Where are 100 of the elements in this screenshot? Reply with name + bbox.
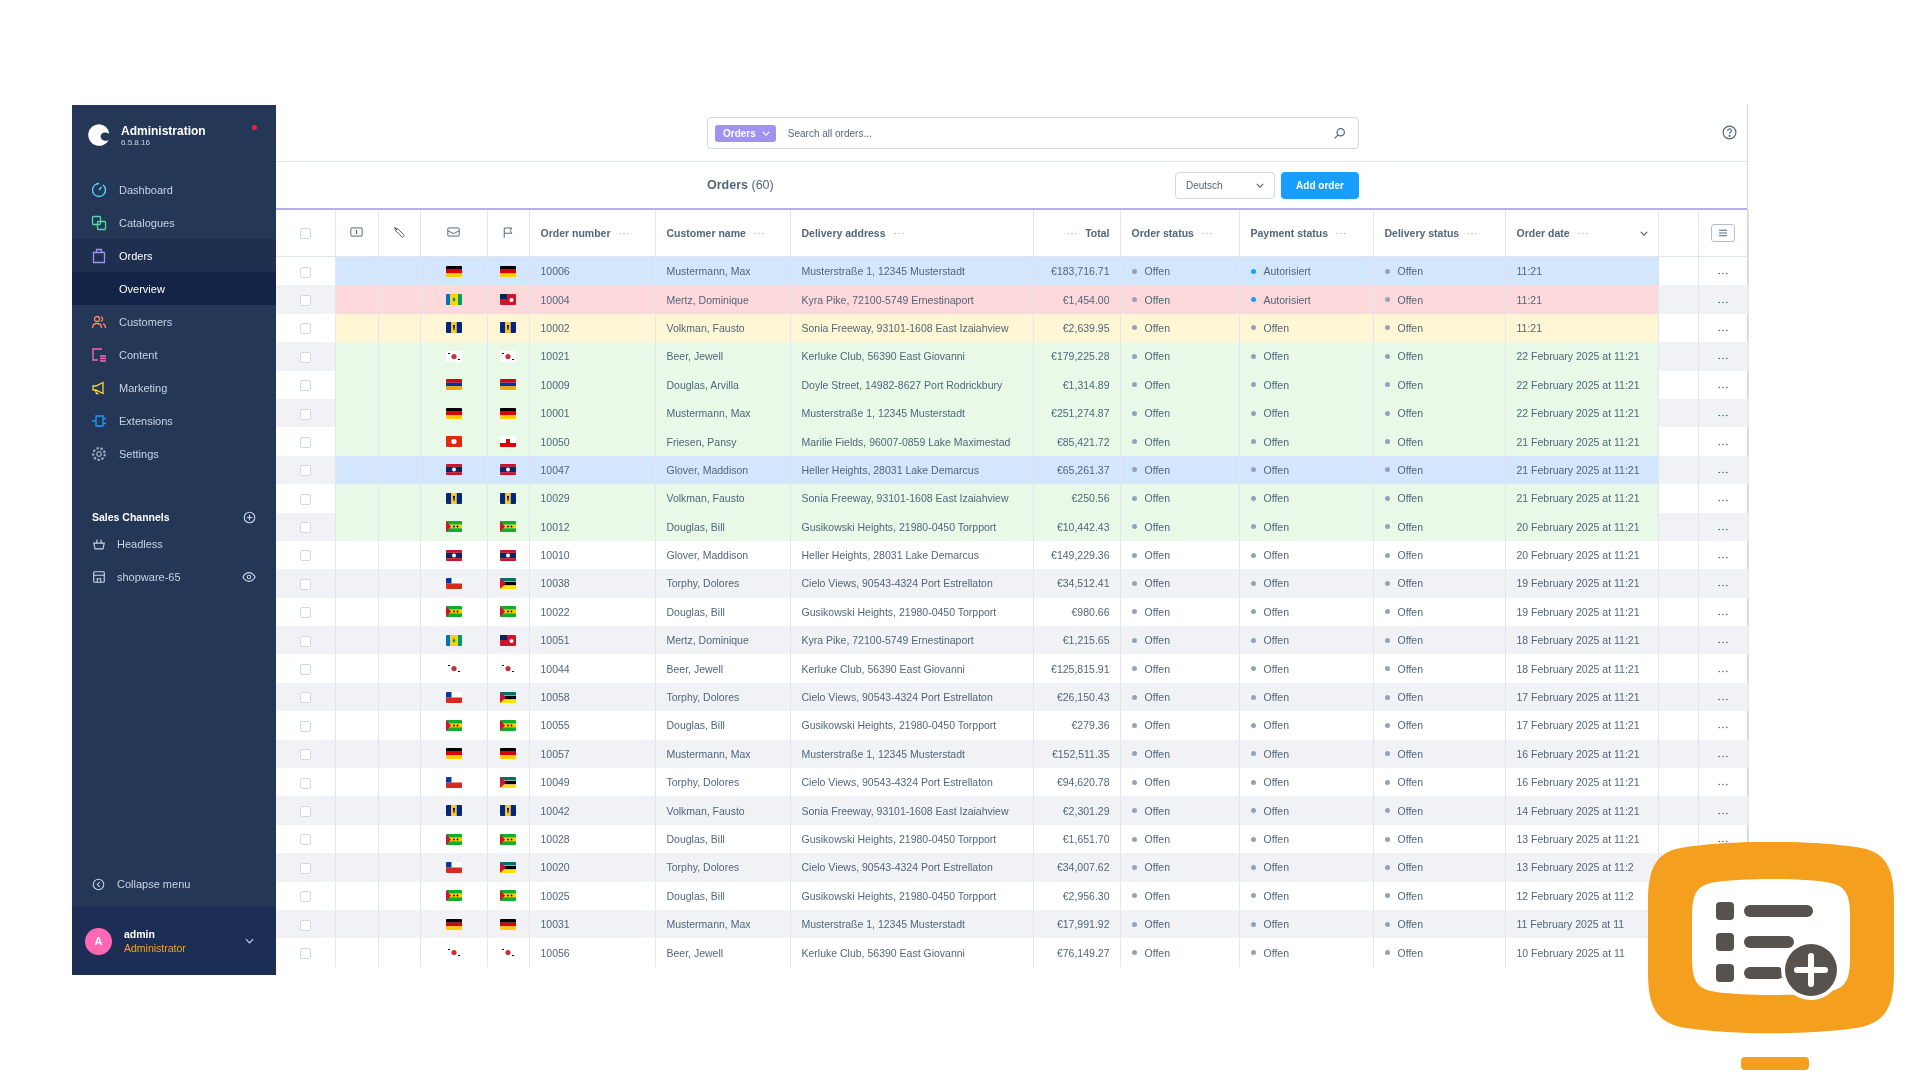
order-number[interactable]: 10022 — [540, 605, 570, 618]
order-number[interactable]: 10056 — [540, 946, 570, 959]
more-icon[interactable] — [1718, 328, 1728, 332]
more-icon[interactable] — [1718, 612, 1728, 616]
row-checkbox[interactable] — [299, 323, 311, 335]
order-number[interactable]: 10002 — [540, 321, 570, 334]
row-checkbox[interactable] — [299, 891, 311, 903]
column-header[interactable]: Delivery status — [1384, 227, 1460, 239]
more-icon[interactable] — [1718, 272, 1728, 276]
row-checkbox[interactable] — [299, 578, 311, 590]
order-number[interactable]: 10012 — [540, 520, 570, 533]
help-icon[interactable] — [1722, 125, 1737, 140]
nav-item[interactable]: Customers — [72, 305, 276, 338]
order-number[interactable]: 10051 — [540, 634, 570, 647]
sales-channel-item[interactable]: Headless — [72, 527, 276, 560]
row-checkbox[interactable] — [299, 834, 311, 846]
order-number[interactable]: 10025 — [540, 889, 570, 902]
row-checkbox[interactable] — [299, 947, 311, 959]
nav-item[interactable]: Extensions — [72, 404, 276, 437]
row-checkbox[interactable] — [299, 607, 311, 619]
row-checkbox[interactable] — [299, 805, 311, 817]
row-checkbox[interactable] — [299, 266, 311, 278]
order-number[interactable]: 10006 — [540, 265, 570, 278]
nav-item[interactable]: Catalogues — [72, 206, 276, 239]
row-checkbox[interactable] — [299, 550, 311, 562]
column-header[interactable]: Order date — [1516, 227, 1570, 239]
nav-item[interactable]: Orders — [72, 239, 276, 272]
more-icon[interactable] — [1718, 385, 1728, 389]
more-icon[interactable] — [1718, 840, 1728, 843]
row-checkbox[interactable] — [299, 664, 311, 675]
more-icon[interactable] — [1718, 499, 1728, 503]
row-checkbox[interactable] — [299, 294, 311, 306]
order-number[interactable]: 10031 — [540, 918, 570, 931]
column-header[interactable]: Customer name — [666, 227, 746, 239]
row-checkbox[interactable] — [299, 777, 311, 789]
order-number[interactable]: 10009 — [540, 378, 570, 391]
more-icon[interactable] — [1718, 783, 1728, 787]
add-icon[interactable] — [243, 510, 256, 524]
checkbox[interactable] — [299, 228, 311, 240]
row-checkbox[interactable] — [299, 635, 311, 647]
nav-item[interactable]: Content — [72, 338, 276, 371]
row-checkbox[interactable] — [299, 919, 311, 931]
order-number[interactable]: 10038 — [540, 577, 570, 590]
row-checkbox[interactable] — [299, 351, 311, 363]
order-number[interactable]: 10021 — [540, 350, 570, 363]
more-icon[interactable] — [1718, 442, 1728, 446]
more-icon[interactable] — [1718, 300, 1728, 304]
column-header[interactable]: Order status — [1131, 227, 1194, 239]
row-checkbox[interactable] — [299, 692, 311, 704]
more-icon[interactable] — [1718, 414, 1728, 418]
order-number[interactable]: 10058 — [540, 691, 570, 704]
order-number[interactable]: 10050 — [540, 435, 570, 448]
column-settings-button[interactable] — [1711, 224, 1735, 242]
row-checkbox[interactable] — [299, 493, 311, 505]
more-icon[interactable] — [1718, 726, 1728, 730]
more-icon[interactable] — [1718, 698, 1728, 702]
user-panel[interactable]: A admin Administrator — [72, 907, 276, 975]
column-header[interactable]: Order number — [540, 227, 611, 239]
row-checkbox[interactable] — [299, 862, 311, 874]
order-number[interactable]: 10044 — [540, 662, 570, 675]
column-header[interactable]: Delivery address — [801, 227, 886, 239]
row-checkbox[interactable] — [299, 380, 311, 392]
row-checkbox[interactable] — [299, 408, 311, 420]
order-number[interactable]: 10047 — [540, 463, 570, 476]
sales-channel-item[interactable]: shopware-65 — [72, 560, 276, 593]
order-number[interactable]: 10004 — [540, 293, 570, 306]
order-number[interactable]: 10029 — [540, 492, 570, 505]
row-checkbox[interactable] — [299, 749, 311, 761]
nav-item[interactable]: Settings — [72, 437, 276, 470]
order-number[interactable]: 10042 — [540, 804, 570, 817]
more-icon[interactable] — [1718, 754, 1728, 758]
more-icon[interactable] — [1718, 641, 1728, 645]
search-icon[interactable] — [1333, 126, 1346, 140]
column-header[interactable]: Total — [1085, 227, 1110, 239]
more-icon[interactable] — [1718, 811, 1728, 815]
sort-caret-icon[interactable] — [1639, 230, 1648, 236]
language-select[interactable]: Deutsch — [1175, 171, 1275, 199]
row-checkbox[interactable] — [299, 465, 311, 477]
column-header[interactable]: Payment status — [1250, 227, 1329, 239]
collapse-menu-button[interactable]: Collapse menu — [72, 869, 276, 899]
row-checkbox[interactable] — [299, 436, 311, 448]
more-icon[interactable] — [1718, 527, 1728, 531]
more-icon[interactable] — [1718, 669, 1728, 673]
order-number[interactable]: 10001 — [540, 407, 570, 420]
order-number[interactable]: 10010 — [540, 549, 570, 562]
nav-subitem[interactable]: Overview — [72, 272, 276, 305]
order-number[interactable]: 10028 — [540, 833, 570, 845]
more-icon[interactable] — [1718, 470, 1728, 474]
row-checkbox[interactable] — [299, 522, 311, 534]
order-number[interactable]: 10057 — [540, 747, 570, 760]
nav-item[interactable]: Dashboard — [72, 173, 276, 206]
eye-icon[interactable] — [242, 569, 256, 584]
more-icon[interactable] — [1718, 556, 1728, 560]
order-number[interactable]: 10020 — [540, 861, 570, 874]
order-number[interactable]: 10055 — [540, 719, 570, 732]
more-icon[interactable] — [1718, 584, 1728, 588]
nav-item[interactable]: Marketing — [72, 371, 276, 404]
row-checkbox[interactable] — [299, 720, 311, 732]
order-number[interactable]: 10049 — [540, 776, 570, 789]
more-icon[interactable] — [1718, 357, 1728, 361]
